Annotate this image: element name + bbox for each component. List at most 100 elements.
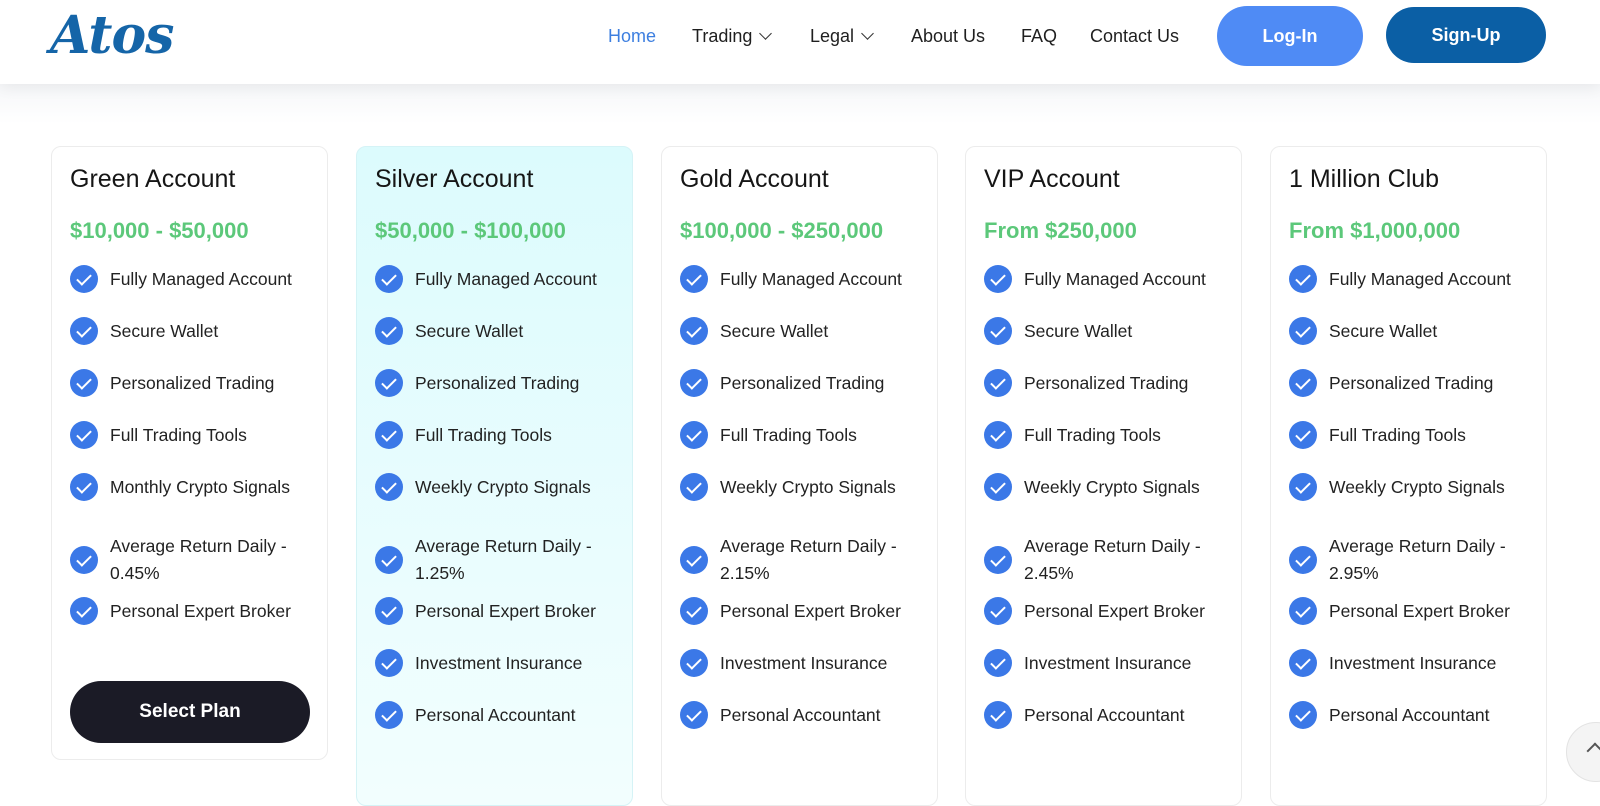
plan-card: Silver Account $50,000 - $100,000 Fully Ma… bbox=[356, 146, 633, 806]
plan-feature-label: Personal Expert Broker bbox=[110, 600, 291, 621]
nav-contact-us[interactable]: Contact Us bbox=[1090, 25, 1179, 47]
check-circle-icon bbox=[1289, 265, 1317, 293]
nav-home[interactable]: Home bbox=[608, 25, 656, 47]
check-circle-icon bbox=[680, 473, 708, 501]
plan-card: Green Account $10,000 - $50,000 Fully Mana… bbox=[51, 146, 328, 760]
plan-feature-label: Full Trading Tools bbox=[415, 424, 552, 445]
plan-card: Gold Account $100,000 - $250,000 Fully Man… bbox=[661, 146, 938, 806]
plan-feature-label: Monthly Crypto Signals bbox=[110, 476, 290, 497]
nav-legal[interactable]: Legal bbox=[810, 25, 874, 47]
plan-feature-label: Personalized Trading bbox=[110, 372, 275, 393]
plan-feature-label: Secure Wallet bbox=[720, 320, 829, 341]
plan-feature: Investment Insurance bbox=[680, 649, 930, 677]
plan-feature: Average Return Daily - 1.25% bbox=[375, 533, 625, 587]
check-circle-icon bbox=[70, 597, 98, 625]
plan-feature: Full Trading Tools bbox=[1289, 421, 1539, 449]
plan-feature-label: Fully Managed Account bbox=[720, 268, 902, 289]
plan-feature: Personalized Trading bbox=[70, 369, 320, 397]
plan-feature: Investment Insurance bbox=[1289, 649, 1539, 677]
nav-about-us[interactable]: About Us bbox=[911, 25, 985, 47]
plan-feature: Personalized Trading bbox=[680, 369, 930, 397]
login-button[interactable]: Log-In bbox=[1217, 6, 1363, 66]
plan-feature-label: Full Trading Tools bbox=[110, 424, 247, 445]
plan-feature: Personal Accountant bbox=[680, 701, 930, 729]
check-circle-icon bbox=[70, 265, 98, 293]
plan-title: 1 Million Club bbox=[1289, 165, 1440, 193]
nav-legal-label: Legal bbox=[810, 26, 855, 46]
plan-feature: Personal Expert Broker bbox=[680, 597, 930, 625]
plan-feature: Weekly Crypto Signals bbox=[984, 473, 1234, 501]
nav-trading-label: Trading bbox=[692, 26, 753, 46]
plan-feature: Average Return Daily - 2.45% bbox=[984, 533, 1234, 587]
select-plan-button[interactable]: Select Plan bbox=[70, 681, 310, 743]
plan-feature: Fully Managed Account bbox=[375, 265, 625, 293]
check-circle-icon bbox=[680, 701, 708, 729]
plan-feature-label: Weekly Crypto Signals bbox=[1024, 476, 1200, 497]
plan-feature-label: Fully Managed Account bbox=[415, 268, 597, 289]
plan-feature: Full Trading Tools bbox=[984, 421, 1234, 449]
plan-feature: Average Return Daily - 0.45% bbox=[70, 533, 320, 587]
plan-feature-label: Full Trading Tools bbox=[720, 424, 857, 445]
plan-price: From $250,000 bbox=[984, 218, 1137, 243]
plan-feature: Personal Expert Broker bbox=[984, 597, 1234, 625]
plan-feature-label: Investment Insurance bbox=[415, 652, 583, 673]
plan-feature: Average Return Daily - 2.95% bbox=[1289, 533, 1539, 587]
plan-feature-label: Fully Managed Account bbox=[1024, 268, 1206, 289]
plan-feature-label: Personal Expert Broker bbox=[1024, 600, 1205, 621]
plan-feature: Weekly Crypto Signals bbox=[1289, 473, 1539, 501]
plan-feature-label: Personal Accountant bbox=[1024, 704, 1185, 725]
check-circle-icon bbox=[375, 649, 403, 677]
scroll-to-top-button[interactable] bbox=[1566, 722, 1600, 782]
plan-feature-label: Full Trading Tools bbox=[1329, 424, 1466, 445]
check-circle-icon bbox=[375, 701, 403, 729]
plan-title: VIP Account bbox=[984, 165, 1120, 193]
plan-feature: Secure Wallet bbox=[984, 317, 1234, 345]
check-circle-icon bbox=[680, 265, 708, 293]
check-circle-icon bbox=[680, 369, 708, 397]
plan-feature-label: Personalized Trading bbox=[720, 372, 885, 393]
check-circle-icon bbox=[375, 421, 403, 449]
check-circle-icon bbox=[1289, 369, 1317, 397]
plan-feature: Full Trading Tools bbox=[70, 421, 320, 449]
plan-feature: Personal Expert Broker bbox=[375, 597, 625, 625]
plan-price: $10,000 - $50,000 bbox=[70, 218, 249, 243]
plan-feature: Personal Accountant bbox=[1289, 701, 1539, 729]
plan-feature-label: Personalized Trading bbox=[415, 372, 580, 393]
plan-feature: Monthly Crypto Signals bbox=[70, 473, 320, 501]
check-circle-icon bbox=[70, 421, 98, 449]
plan-feature-label: Weekly Crypto Signals bbox=[1329, 476, 1505, 497]
nav-trading[interactable]: Trading bbox=[692, 25, 773, 47]
check-circle-icon bbox=[1289, 649, 1317, 677]
plan-feature-label: Personal Accountant bbox=[415, 704, 576, 725]
plan-feature-label: Secure Wallet bbox=[415, 320, 524, 341]
plan-card: 1 Million Club From $1,000,000 Fully Manag… bbox=[1270, 146, 1547, 806]
plan-feature-label: Average Return Daily - 1.25% bbox=[415, 536, 592, 583]
plan-feature-label: Average Return Daily - 2.95% bbox=[1329, 536, 1506, 583]
plan-feature-label: Weekly Crypto Signals bbox=[415, 476, 591, 497]
plan-title: Silver Account bbox=[375, 165, 534, 193]
check-circle-icon bbox=[984, 369, 1012, 397]
plan-feature-label: Personalized Trading bbox=[1024, 372, 1189, 393]
plan-feature: Weekly Crypto Signals bbox=[375, 473, 625, 501]
check-circle-icon bbox=[375, 473, 403, 501]
check-circle-icon bbox=[70, 546, 98, 574]
plan-feature-label: Investment Insurance bbox=[1329, 652, 1497, 673]
check-circle-icon bbox=[680, 421, 708, 449]
plan-feature: Personalized Trading bbox=[1289, 369, 1539, 397]
check-circle-icon bbox=[1289, 473, 1317, 501]
plan-feature: Personal Expert Broker bbox=[1289, 597, 1539, 625]
plan-feature-label: Secure Wallet bbox=[1329, 320, 1438, 341]
nav-faq[interactable]: FAQ bbox=[1021, 25, 1057, 47]
plan-price: From $1,000,000 bbox=[1289, 218, 1461, 243]
check-circle-icon bbox=[984, 597, 1012, 625]
plan-card: VIP Account From $250,000 Fully Managed Ac… bbox=[965, 146, 1242, 806]
plan-feature: Investment Insurance bbox=[984, 649, 1234, 677]
plan-feature: Personal Accountant bbox=[984, 701, 1234, 729]
check-circle-icon bbox=[984, 317, 1012, 345]
check-circle-icon bbox=[375, 317, 403, 345]
plan-feature-label: Personal Expert Broker bbox=[1329, 600, 1510, 621]
check-circle-icon bbox=[984, 546, 1012, 574]
signup-button[interactable]: Sign-Up bbox=[1386, 7, 1546, 63]
check-circle-icon bbox=[984, 701, 1012, 729]
plan-feature-label: Personal Expert Broker bbox=[415, 600, 596, 621]
